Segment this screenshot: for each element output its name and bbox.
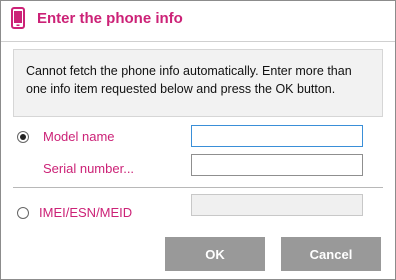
phone-info-dialog: Enter the phone info Cannot fetch the ph… — [0, 0, 396, 280]
title-bar: Enter the phone info — [1, 1, 395, 37]
mobile-phone-icon — [11, 7, 25, 29]
cancel-button[interactable]: Cancel — [281, 237, 381, 271]
serial-number-input[interactable] — [191, 154, 363, 176]
model-name-radio[interactable] — [17, 131, 29, 143]
title-divider — [1, 41, 395, 42]
info-message-box: Cannot fetch the phone info automaticall… — [13, 49, 383, 117]
model-name-input[interactable] — [191, 125, 363, 147]
group-divider — [13, 187, 383, 188]
info-message: Cannot fetch the phone info automaticall… — [26, 64, 352, 96]
imei-input[interactable] — [191, 194, 363, 216]
imei-label: IMEI/ESN/MEID — [39, 205, 133, 220]
imei-radio[interactable] — [17, 207, 29, 219]
dialog-title: Enter the phone info — [37, 10, 183, 27]
model-name-label: Model name — [43, 129, 115, 144]
serial-number-label: Serial number... — [43, 161, 135, 176]
ok-button[interactable]: OK — [165, 237, 265, 271]
